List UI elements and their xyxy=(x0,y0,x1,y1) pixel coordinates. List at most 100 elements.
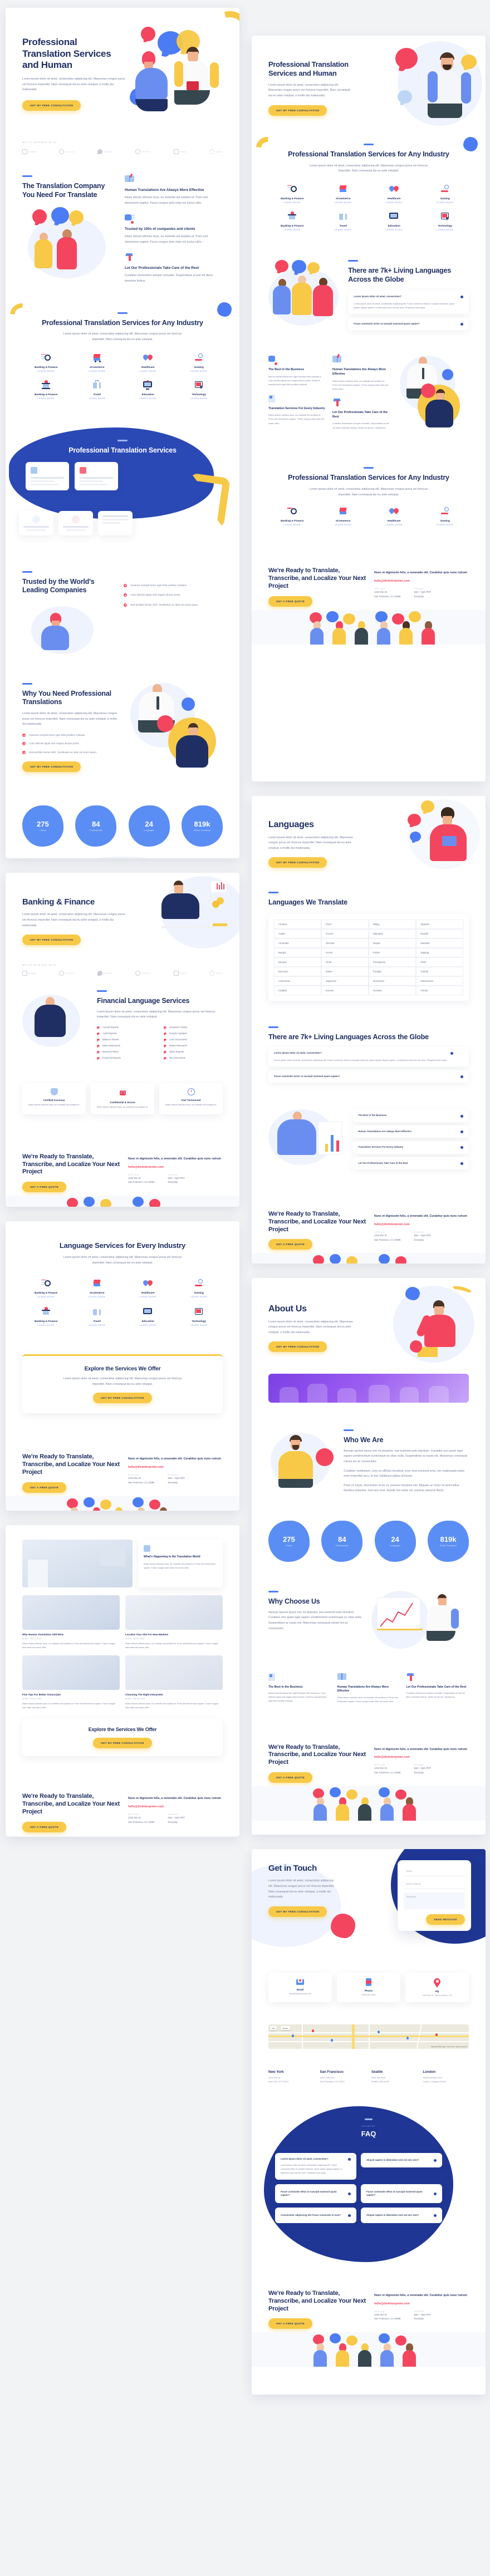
faq-item[interactable]: Consectetur adipiscing elit Fusce commod… xyxy=(275,2207,356,2223)
service-card[interactable]: Banking & Finance LEARN MORE xyxy=(22,1279,70,1298)
accordion-toggle-icon[interactable] xyxy=(348,2158,351,2161)
cta-email[interactable]: hello@diviinterpreter.com xyxy=(128,1805,222,1808)
learn-more-link[interactable]: LEARN MORE xyxy=(422,524,469,526)
email-input[interactable]: Email Address xyxy=(404,1879,465,1889)
service-card[interactable]: Healthcare LEARN MORE xyxy=(124,353,172,372)
service-card[interactable]: eCommerce LEARN MORE xyxy=(74,353,121,372)
service-card[interactable]: Healthcare LEARN MORE xyxy=(124,1279,172,1298)
quote-button[interactable]: GET A FREE QUOTE xyxy=(268,596,313,607)
accordion-toggle-icon[interactable] xyxy=(460,1162,463,1165)
learn-more-link[interactable]: LEARN MORE xyxy=(74,397,121,400)
service-card[interactable]: Travel LEARN MORE xyxy=(320,212,367,231)
post-card[interactable]: Choosing The Right Interpreter by Divi ·… xyxy=(125,1655,223,1710)
contact-card[interactable]: Email info@diviinterpreter.com xyxy=(268,1973,332,2002)
accordion-item[interactable]: Lorem ipsum dolor sit amet, consectetur?… xyxy=(268,1047,469,1066)
learn-more-link[interactable]: LEARN MORE xyxy=(175,370,223,372)
cta-email[interactable]: hello@diviinterpreter.com xyxy=(128,1166,222,1169)
service-card[interactable]: Travel LEARN MORE xyxy=(74,380,121,400)
learn-more-link[interactable]: LEARN MORE xyxy=(124,397,172,400)
cta-button[interactable]: GET MY FREE CONSULTATION xyxy=(22,761,81,773)
learn-more-link[interactable]: LEARN MORE xyxy=(22,1324,70,1326)
accordion-item[interactable]: Fusce commodo tortor ut suscipit euismod… xyxy=(348,318,469,331)
accordion-toggle-icon[interactable] xyxy=(460,296,463,299)
showcase-card[interactable] xyxy=(19,510,53,535)
quote-button[interactable]: GET A FREE QUOTE xyxy=(22,1821,67,1832)
cta-email[interactable]: hello@diviinterpreter.com xyxy=(374,579,468,583)
service-card[interactable]: Banking & Finance LEARN MORE xyxy=(22,353,70,372)
learn-more-link[interactable]: LEARN MORE xyxy=(320,524,367,526)
accordion-toggle-icon[interactable] xyxy=(460,1130,463,1133)
learn-more-link[interactable]: LEARN MORE xyxy=(175,1296,223,1298)
cta-button[interactable]: GET MY FREE CONSULTATION xyxy=(268,1906,327,1917)
service-card[interactable]: Banking & Finance LEARN MORE xyxy=(22,1306,70,1326)
quote-button[interactable]: GET A FREE QUOTE xyxy=(268,2318,313,2329)
accordion-toggle-icon[interactable] xyxy=(460,323,463,326)
cta-button[interactable]: GET MY FREE CONSULTATION xyxy=(22,100,81,111)
showcase-card[interactable] xyxy=(75,461,118,490)
learn-more-link[interactable]: LEARN MORE xyxy=(74,1324,121,1326)
cta-email[interactable]: hello@diviinterpreter.com xyxy=(374,1756,468,1759)
accordion-toggle-icon[interactable] xyxy=(434,2159,437,2162)
accordion-toggle-icon[interactable] xyxy=(348,2192,351,2195)
cta-email[interactable]: hello@diviinterpreter.com xyxy=(374,2302,468,2305)
service-card[interactable]: Gaming LEARN MORE xyxy=(175,353,223,372)
service-card[interactable]: Banking & Finance LEARN MORE xyxy=(268,184,316,204)
learn-more-link[interactable]: LEARN MORE xyxy=(268,524,316,526)
learn-more-link[interactable]: LEARN MORE xyxy=(268,201,316,204)
service-card[interactable]: Education LEARN MORE xyxy=(124,380,172,400)
featured-post-card[interactable]: What's Happening in the Translation Worl… xyxy=(138,1540,223,1587)
accordion-toggle-icon[interactable] xyxy=(434,2214,437,2217)
service-card[interactable]: eCommerce LEARN MORE xyxy=(320,184,367,204)
learn-more-link[interactable]: LEARN MORE xyxy=(124,1324,172,1326)
learn-more-link[interactable]: LEARN MORE xyxy=(320,201,367,204)
service-card[interactable]: Gaming LEARN MORE xyxy=(175,1279,223,1298)
learn-more-link[interactable]: LEARN MORE xyxy=(370,201,418,204)
showcase-card[interactable] xyxy=(26,461,69,490)
service-card[interactable]: Technology LEARN MORE xyxy=(175,1307,223,1326)
name-input[interactable]: Name xyxy=(404,1866,465,1876)
accordion-toggle-icon[interactable] xyxy=(450,1052,453,1055)
service-card[interactable]: eCommerce LEARN MORE xyxy=(320,507,367,526)
accordion-toggle-icon[interactable] xyxy=(460,1114,463,1118)
message-input[interactable]: Message xyxy=(404,1892,465,1909)
cta-button[interactable]: GET MY FREE CONSULTATION xyxy=(268,857,327,868)
faq-item[interactable]: Aliquet sapien in bibendum sem est nec s… xyxy=(361,2207,442,2223)
accordion-toggle-icon[interactable] xyxy=(434,2192,437,2195)
accordion-item[interactable]: Fusce commodo tortor ut suscipit euismod… xyxy=(268,1070,469,1083)
service-card[interactable]: Healthcare LEARN MORE xyxy=(370,184,418,204)
satellite-toggle[interactable]: Satellite xyxy=(281,2026,290,2030)
service-card[interactable]: Travel LEARN MORE xyxy=(74,1307,121,1326)
learn-more-link[interactable]: LEARN MORE xyxy=(74,370,121,372)
showcase-card[interactable] xyxy=(98,510,133,535)
learn-more-link[interactable]: LEARN MORE xyxy=(74,1296,121,1298)
service-card[interactable]: Banking & Finance LEARN MORE xyxy=(22,380,70,400)
learn-more-link[interactable]: LEARN MORE xyxy=(22,1296,70,1298)
quote-button[interactable]: GET A FREE QUOTE xyxy=(22,1482,67,1493)
faq-item[interactable]: Lorem ipsum dolor sit amet, consectetur?… xyxy=(275,2153,356,2180)
contact-card[interactable]: Phone (225) 462-4624 xyxy=(337,1973,400,2002)
service-card[interactable]: Gaming LEARN MORE xyxy=(422,507,469,526)
cta-button[interactable]: GET MY FREE CONSULTATION xyxy=(22,935,81,946)
cta-button[interactable]: GET MY FREE CONSULTATION xyxy=(268,1341,327,1353)
accordion-toggle-icon[interactable] xyxy=(348,2214,351,2217)
accordion-item[interactable]: The Best in the Business xyxy=(352,1109,469,1122)
learn-more-link[interactable]: LEARN MORE xyxy=(422,229,469,231)
cta-button[interactable]: GET MY FREE CONSULTATION xyxy=(93,1393,152,1404)
service-card[interactable]: Banking & Finance LEARN MORE xyxy=(268,211,316,231)
cta-button[interactable]: GET MY FREE CONSULTATION xyxy=(268,105,327,116)
cta-email[interactable]: hello@diviinterpreter.com xyxy=(128,1466,222,1469)
learn-more-link[interactable]: LEARN MORE xyxy=(124,1296,172,1298)
learn-more-link[interactable]: LEARN MORE xyxy=(370,524,418,526)
post-card[interactable]: Five Tips For Better Transcripts by Divi… xyxy=(22,1655,120,1710)
learn-more-link[interactable]: LEARN MORE xyxy=(370,229,418,231)
location-map[interactable]: Map Satellite Map data ©2020 Google · Te… xyxy=(268,2024,469,2049)
service-card[interactable]: Technology LEARN MORE xyxy=(175,380,223,400)
faq-item[interactable]: Fusce commodo tellus ut suscipit euismod… xyxy=(275,2184,356,2203)
accordion-item[interactable]: Let Our Professionals Take Care of the R… xyxy=(352,1157,469,1170)
quote-button[interactable]: GET A FREE QUOTE xyxy=(268,1239,313,1250)
contact-card[interactable]: HQ 1234 Divi St. San Francisco, CA xyxy=(405,1973,469,2002)
faq-item[interactable]: Aliquet sapien in bibendum sem est nec s… xyxy=(361,2153,442,2167)
learn-more-link[interactable]: LEARN MORE xyxy=(124,370,172,372)
accordion-item[interactable]: Human Translations Are Always More Effec… xyxy=(352,1125,469,1138)
service-card[interactable]: Education LEARN MORE xyxy=(370,212,418,231)
